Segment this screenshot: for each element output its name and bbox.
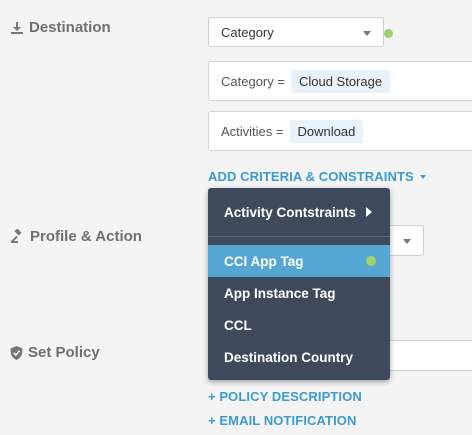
chevron-down-icon: [419, 174, 426, 179]
filter-value-chip[interactable]: Download: [289, 119, 364, 143]
section-label-destination: Destination: [10, 19, 111, 36]
submenu-arrow-icon: [366, 207, 372, 217]
menu-item-destination-country[interactable]: Destination Country: [208, 341, 390, 373]
section-label-set-policy: Set Policy: [10, 344, 100, 361]
policy-description-link[interactable]: + POLICY DESCRIPTION: [208, 389, 362, 404]
destination-type-select[interactable]: Category: [208, 17, 384, 47]
status-indicator-dot: [384, 29, 393, 38]
chevron-down-icon: [403, 239, 411, 244]
menu-item-app-instance-tag[interactable]: App Instance Tag: [208, 277, 390, 309]
section-label-text: Destination: [29, 19, 111, 36]
add-criteria-link[interactable]: ADD CRITERIA & CONSTRAINTS: [208, 169, 426, 184]
section-label-text: Profile & Action: [30, 228, 142, 245]
menu-item-label: Destination Country: [224, 349, 354, 365]
filter-key: Activities =: [221, 123, 284, 139]
filter-key: Category =: [221, 73, 285, 89]
menu-item-cci-app-tag[interactable]: CCI App Tag: [208, 245, 390, 277]
section-label-profile-action: Profile & Action: [10, 228, 142, 245]
email-notification-link[interactable]: + EMAIL NOTIFICATION: [208, 413, 357, 428]
add-criteria-label: ADD CRITERIA & CONSTRAINTS: [208, 169, 414, 184]
filter-category[interactable]: Category = Cloud Storage: [208, 61, 472, 101]
section-label-text: Set Policy: [28, 344, 100, 361]
selection-indicator-dot: [366, 256, 376, 266]
menu-divider: [208, 236, 390, 237]
select-value: Category: [221, 24, 274, 40]
chevron-down-icon: [363, 31, 371, 36]
criteria-dropdown-menu: Activity Contstraints CCI App Tag App In…: [208, 188, 390, 380]
menu-item-activity-constraints[interactable]: Activity Contstraints: [208, 196, 390, 228]
gavel-icon: [10, 229, 25, 244]
menu-item-label: CCL: [224, 317, 252, 333]
shield-icon: [10, 345, 23, 360]
filter-value-chip[interactable]: Cloud Storage: [290, 69, 391, 93]
menu-item-label: App Instance Tag: [224, 285, 336, 301]
menu-item-ccl[interactable]: CCL: [208, 309, 390, 341]
download-icon: [10, 21, 24, 35]
menu-item-label: CCI App Tag: [224, 253, 304, 269]
filter-activities[interactable]: Activities = Download: [208, 111, 472, 151]
menu-item-label: Activity Contstraints: [224, 204, 357, 220]
